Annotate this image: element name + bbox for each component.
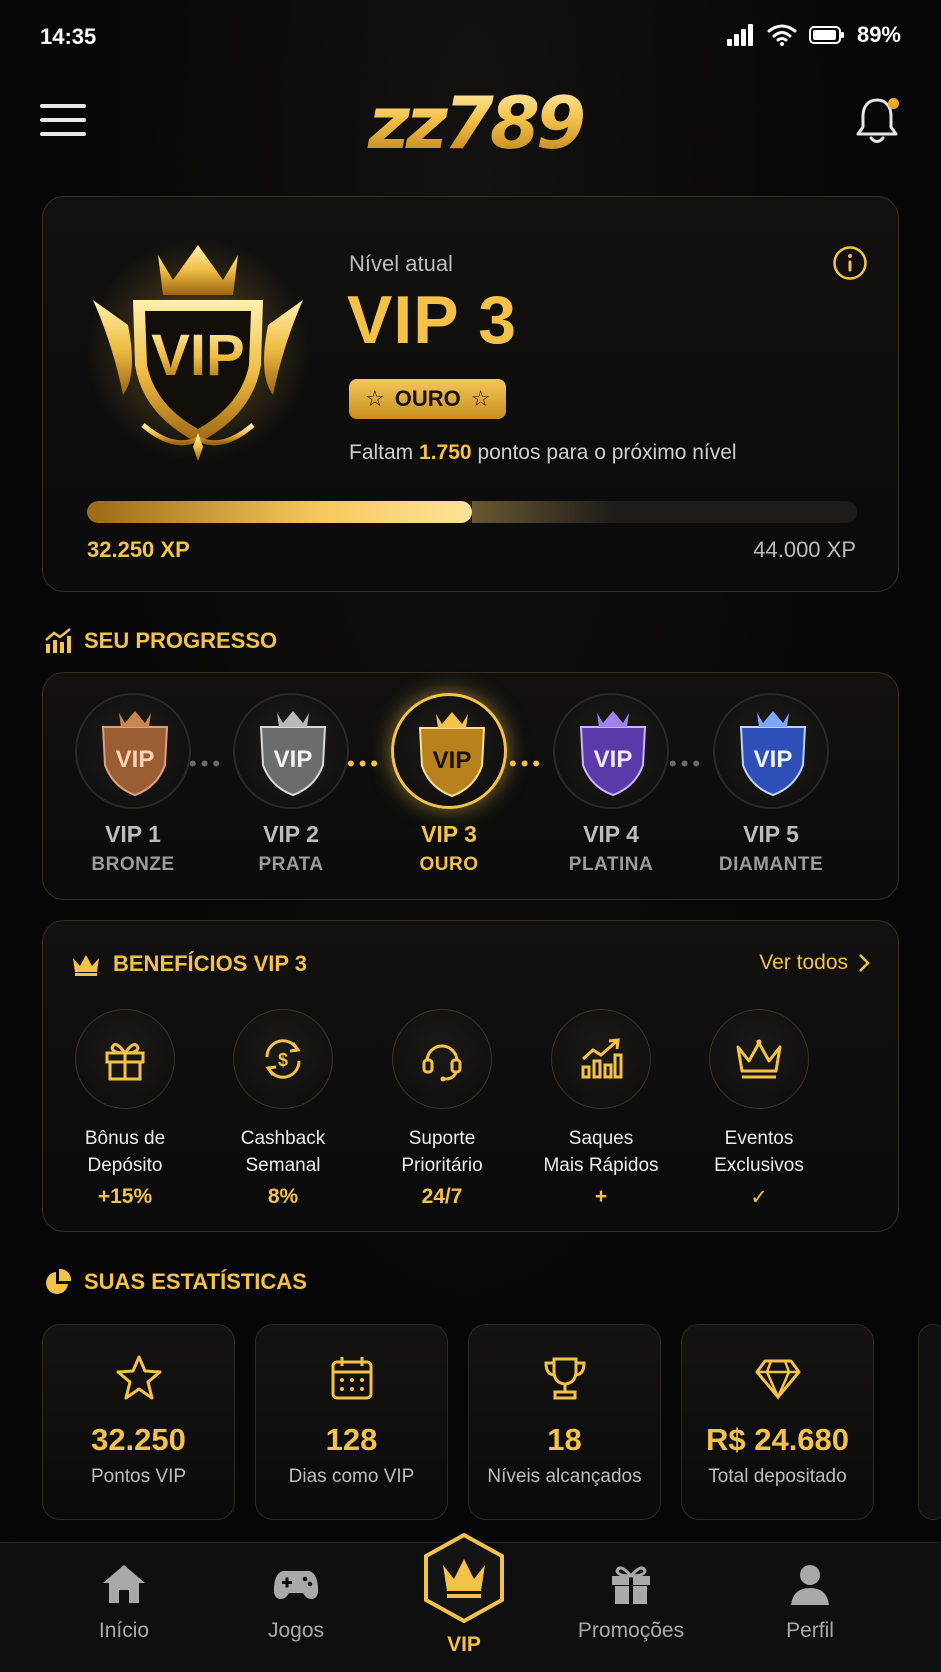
star-icon: [116, 1355, 161, 1400]
vip4-medal: VIP: [553, 693, 669, 809]
bottom-navigation: Início Jogos VIP Promoções Perfil: [0, 1533, 941, 1672]
benefit-faster-withdrawals[interactable]: Saques Mais Rápidos +: [521, 1009, 681, 1209]
level-item-vip4[interactable]: VIP VIP 4 PLATINA: [531, 693, 691, 876]
top-bar: zz789: [0, 78, 941, 168]
xp-target: 44.000 XP: [753, 537, 856, 562]
vip3-medal: VIP: [391, 693, 507, 809]
benefit-deposit-bonus[interactable]: Bônus de Depósito +15%: [45, 1009, 205, 1209]
headset-icon: [422, 1044, 462, 1082]
gift-icon: [105, 1043, 145, 1081]
gamepad-icon: [273, 1571, 319, 1599]
status-icons: 89%: [726, 22, 901, 48]
crown-icon: [424, 1533, 504, 1623]
trophy-icon: [543, 1357, 586, 1400]
svg-text:VIP: VIP: [274, 746, 313, 773]
menu-icon[interactable]: [40, 104, 86, 140]
info-icon[interactable]: [832, 245, 868, 281]
notification-bell-icon[interactable]: [855, 96, 901, 148]
home-icon: [103, 1565, 145, 1603]
benefit-exclusive-events[interactable]: Eventos Exclusivos ✓: [679, 1009, 839, 1210]
points-needed: 1.750: [419, 441, 472, 464]
svg-text:VIP: VIP: [594, 746, 633, 773]
xp-progress-bar: [87, 501, 857, 523]
signal-icon: [726, 24, 753, 46]
user-icon: [791, 1565, 829, 1605]
benefit-priority-support[interactable]: Suporte Prioritário 24/7: [362, 1009, 522, 1209]
nav-item-vip[interactable]: VIP: [389, 1533, 539, 1657]
vip5-medal: VIP: [713, 693, 829, 809]
level-item-vip3[interactable]: VIP VIP 3 OURO: [369, 693, 529, 876]
diamond-icon: [755, 1359, 800, 1401]
stat-card-vip-days: 128 Dias como VIP: [255, 1324, 448, 1520]
status-bar: 14:35 89%: [0, 0, 941, 76]
tier-badge: ☆ OURO ☆: [349, 379, 507, 419]
status-time: 14:35: [40, 24, 97, 49]
gift-icon: [612, 1566, 650, 1604]
battery-percent: 89%: [856, 22, 901, 47]
current-level-card: VIP Nível atual VIP 3 ☆ OURO ☆ Faltam 1.…: [42, 196, 899, 592]
chevron-right-icon: [859, 954, 870, 972]
stat-card-peek: [918, 1324, 941, 1520]
tier-badge-label: OURO: [394, 386, 461, 411]
stat-card-total-deposited: R$ 24.680 Total depositado: [681, 1324, 874, 1520]
svg-text:VIP: VIP: [151, 323, 245, 388]
vip-shield-emblem: VIP: [86, 238, 310, 462]
stats-section-title: SUAS ESTATÍSTICAS: [44, 1268, 307, 1296]
current-level-caption: Nível atual: [349, 251, 453, 276]
notification-dot: [888, 98, 899, 109]
stat-card-vip-points: 32.250 Pontos VIP: [42, 1324, 235, 1520]
chart-up-icon: [581, 1038, 623, 1079]
crown-icon: [736, 1039, 782, 1079]
xp-progress-glow: [472, 501, 612, 523]
svg-text:VIP: VIP: [433, 747, 472, 774]
xp-current: 32.250 XP: [87, 537, 190, 562]
vip2-medal: VIP: [233, 693, 349, 809]
star-icon: ☆: [365, 386, 385, 411]
crown-icon: [73, 955, 99, 976]
nav-item-home[interactable]: Início: [49, 1563, 199, 1643]
level-item-vip1[interactable]: VIP VIP 1 BRONZE: [53, 693, 213, 876]
svg-text:VIP: VIP: [116, 746, 155, 773]
progress-levels-card: VIP VIP 1 BRONZE ••• VIP VIP 2 PRATA •••…: [42, 672, 899, 900]
chart-growth-icon: [45, 628, 71, 653]
stat-card-levels-reached: 18 Níveis alcançados: [468, 1324, 661, 1520]
next-level-text: Faltam 1.750 pontos para o próximo nível: [349, 441, 737, 464]
brand-logo: zz789: [340, 82, 610, 164]
level-item-vip5[interactable]: VIP VIP 5 DIAMANTE: [691, 693, 851, 876]
battery-icon: [808, 26, 844, 44]
benefit-cashback[interactable]: $ Cashback Semanal 8%: [203, 1009, 363, 1209]
nav-item-promotions[interactable]: Promoções: [556, 1563, 706, 1643]
level-item-vip2[interactable]: VIP VIP 2 PRATA: [211, 693, 371, 876]
pie-chart-icon: [46, 1268, 72, 1294]
vip1-medal: VIP: [75, 693, 191, 809]
nav-item-games[interactable]: Jogos: [221, 1563, 371, 1643]
star-icon: ☆: [470, 386, 491, 411]
progress-section-title: SEU PROGRESSO: [44, 628, 277, 654]
svg-text:VIP: VIP: [754, 746, 793, 773]
benefits-card: BENEFÍCIOS VIP 3 Ver todos Bônus de Depós…: [42, 920, 899, 1232]
benefits-title: BENEFÍCIOS VIP 3: [71, 951, 307, 977]
svg-text:$: $: [278, 1050, 288, 1070]
current-level-name: VIP 3: [347, 282, 518, 358]
see-all-benefits-link[interactable]: Ver todos: [759, 951, 870, 975]
cashback-icon: $: [265, 1039, 301, 1079]
calendar-icon: [331, 1357, 372, 1400]
xp-progress-fill: [87, 501, 472, 523]
wifi-icon: [767, 24, 797, 46]
nav-item-profile[interactable]: Perfil: [735, 1563, 885, 1643]
